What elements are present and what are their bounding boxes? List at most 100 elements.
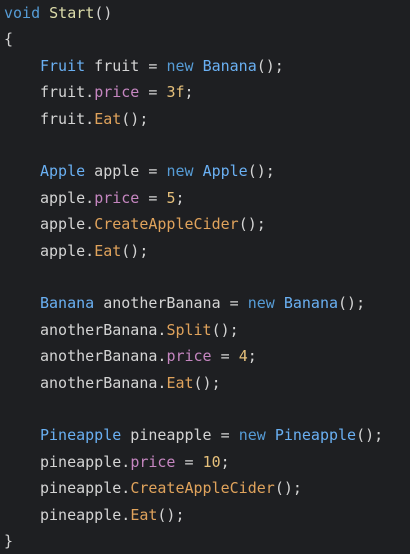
code-token: 3f <box>166 83 185 102</box>
code-token: pineapple <box>121 426 221 445</box>
code-token: apple <box>40 188 86 207</box>
code-token: void <box>4 4 41 22</box>
code-token: (); <box>338 294 366 313</box>
code-line[interactable]: fruit.price = 3f; <box>4 79 194 105</box>
code-token: . <box>121 452 131 471</box>
code-token: apple <box>40 241 86 260</box>
code-line[interactable] <box>4 132 40 158</box>
code-token: . <box>85 83 95 102</box>
code-token: (); <box>274 479 302 498</box>
code-line[interactable] <box>4 396 40 422</box>
code-token: apple <box>40 215 86 234</box>
code-line[interactable]: pineapple.price = 10; <box>4 449 230 475</box>
code-token: new <box>247 294 275 313</box>
code-token: = <box>139 83 167 102</box>
code-token: new <box>166 56 194 75</box>
code-token: . <box>121 479 131 498</box>
code-token: = <box>175 452 203 471</box>
code-token: (); <box>211 320 239 339</box>
code-line[interactable]: Apple apple = new Apple(); <box>4 158 275 184</box>
code-token: (); <box>157 505 185 524</box>
code-token: Pineapple <box>274 426 357 445</box>
code-token: ; <box>184 83 194 102</box>
code-token: Banana <box>202 56 257 75</box>
code-token: Banana <box>283 294 339 313</box>
code-token: 10 <box>202 452 221 471</box>
code-token: = <box>229 294 239 313</box>
code-token: Apple <box>202 162 248 181</box>
code-token: pineapple <box>40 505 122 524</box>
code-line[interactable]: fruit.Eat(); <box>4 106 148 132</box>
code-token: fruit <box>85 56 149 75</box>
code-token: 4 <box>238 347 248 366</box>
code-line[interactable]: pineapple.CreateAppleCider(); <box>4 475 302 501</box>
code-token: new <box>166 162 194 181</box>
code-token: . <box>85 109 95 128</box>
code-line[interactable]: Fruit fruit = new Banana(); <box>4 53 284 79</box>
code-line[interactable]: } <box>4 528 13 554</box>
code-line[interactable]: Banana anotherBanana = new Banana(); <box>4 290 365 316</box>
code-line[interactable]: anotherBanana.Split(); <box>4 317 239 343</box>
code-token: pineapple <box>40 479 122 498</box>
code-line[interactable]: void Start() <box>4 0 112 26</box>
code-token: . <box>85 188 95 207</box>
code-token: (); <box>121 241 149 260</box>
code-line[interactable]: apple.Eat(); <box>4 238 148 264</box>
code-token: Split <box>166 320 212 339</box>
code-token: . <box>85 215 95 234</box>
code-token: fruit <box>40 83 86 102</box>
code-token: apple <box>85 162 149 181</box>
code-token: } <box>4 532 14 550</box>
code-token: = <box>139 188 167 207</box>
code-editor[interactable]: void Start(){Fruit fruit = new Banana();… <box>0 0 410 550</box>
code-token: (); <box>238 215 266 234</box>
code-token: anotherBanana <box>40 320 158 339</box>
code-token: . <box>121 505 131 524</box>
code-token: Eat <box>94 109 122 128</box>
code-token: anotherBanana <box>40 373 158 392</box>
code-token: pineapple <box>40 452 122 471</box>
code-token: () <box>94 4 113 22</box>
code-token: . <box>85 241 95 260</box>
code-token: anotherBanana <box>94 294 230 313</box>
code-line[interactable]: pineapple.Eat(); <box>4 502 185 528</box>
code-token: price <box>166 347 212 366</box>
code-token: Pineapple <box>40 426 122 445</box>
code-line[interactable]: anotherBanana.Eat(); <box>4 370 221 396</box>
code-token: Fruit <box>40 56 86 75</box>
code-token: (); <box>356 426 384 445</box>
code-token: Eat <box>130 505 158 524</box>
code-line[interactable]: apple.price = 5; <box>4 185 185 211</box>
code-line[interactable] <box>4 264 40 290</box>
code-token: (); <box>121 109 149 128</box>
code-token: Banana <box>40 294 95 313</box>
code-token: anotherBanana <box>40 347 158 366</box>
code-token: Apple <box>40 162 86 181</box>
code-token: Eat <box>94 241 122 260</box>
code-token: fruit <box>40 109 86 128</box>
code-token: price <box>130 452 176 471</box>
code-token: ; <box>220 452 230 471</box>
code-token: CreateAppleCider <box>130 479 275 498</box>
code-token: (); <box>256 56 284 75</box>
code-token: { <box>4 30 14 49</box>
code-token: = <box>220 426 230 445</box>
code-token: price <box>94 188 140 207</box>
code-token: ; <box>247 347 257 366</box>
code-line[interactable]: { <box>4 26 13 52</box>
code-token: Start <box>49 4 95 22</box>
code-token: (); <box>247 162 275 181</box>
code-token: = <box>211 347 239 366</box>
code-token: price <box>94 83 140 102</box>
code-token: CreateAppleCider <box>94 215 239 234</box>
code-line[interactable]: anotherBanana.price = 4; <box>4 343 257 369</box>
code-line[interactable]: apple.CreateAppleCider(); <box>4 211 266 237</box>
code-line[interactable]: Pineapple pineapple = new Pineapple(); <box>4 422 383 448</box>
